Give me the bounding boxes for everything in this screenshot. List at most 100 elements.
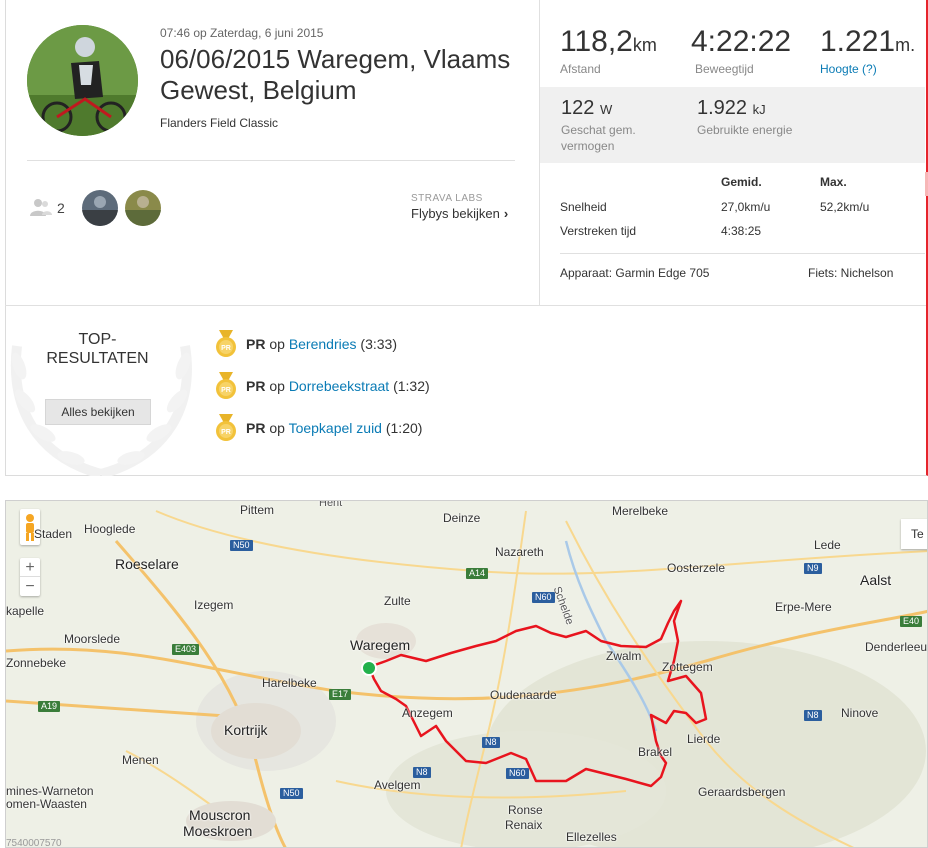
map-place-label: Mouscron [189,807,251,823]
chevron-right-icon: › [503,206,509,221]
segment-link[interactable]: Toepkapel zuid [289,420,382,436]
road-shield: E17 [329,689,352,700]
pr-on: op [269,336,285,352]
segment-link[interactable]: Dorrebeekstraat [289,378,389,394]
map-place-label: Zottegem [662,660,713,674]
activity-header: 07:46 op Zaterdag, 6 juni 2015 06/06/201… [5,0,539,305]
map-place-label: Zulte [384,594,411,608]
route-map[interactable]: + − Te Hent Pittem Deinze Merelbeke Stad… [5,500,928,848]
activity-datetime: 07:46 op Zaterdag, 6 juni 2015 [160,26,324,40]
map-place-label: Pittem [240,503,275,517]
speed-avg: 27,0km/u [721,200,771,214]
pr-medal-icon: PR [216,372,236,399]
device-info: Apparaat: Garmin Edge 705 [560,266,710,280]
pr-label: PR [246,420,266,436]
power-value: 122 [561,97,595,119]
road-shield: N50 [230,540,253,551]
pr-result-text: PR op Toepkapel zuid (1:20) [246,420,422,436]
map-place-label: Moeskroen [183,823,253,839]
zoom-control: + − [20,558,40,596]
moving-time-value: 4:22:22 [691,25,792,58]
strava-labs-label: STRAVA LABS [411,193,483,204]
pr-label: PR [246,336,266,352]
svg-text:PR: PR [221,387,231,394]
divider [27,160,515,161]
map-place-label: Anzegem [402,706,453,720]
road-shield: E403 [172,644,200,655]
moving-time-label: Beweegtijd [695,62,754,76]
energy-stat: 1.922 kJ [697,97,766,120]
map-type-button[interactable]: Te [901,519,927,549]
map-place-label: Izegem [194,598,234,612]
map-place-label: Ellezelles [566,830,617,844]
map-place-label: Erpe-Mere [775,600,832,614]
athlete-avatar[interactable] [27,25,138,136]
zoom-out-button[interactable]: − [20,577,40,596]
map-place-label: Staden [34,527,73,541]
map-canvas [6,510,927,847]
segment-time: (1:20) [385,420,423,436]
power-stat: 122 W [561,97,612,120]
energy-label: Gebruikte energie [697,123,793,137]
divider [560,253,925,254]
map-place-label: Zwalm [606,649,642,663]
speed-max: 52,2km/u [820,200,870,214]
group-athlete-avatar[interactable] [125,190,161,226]
map-place-label: Brakel [638,745,673,759]
group-athletes-icon [30,199,52,216]
segment-link[interactable]: Berendries [289,336,357,352]
road-shield: N50 [280,788,303,799]
road-shield: N8 [482,737,500,748]
bike-info: Fiets: Nichelson [808,266,894,280]
road-shield: N8 [413,767,431,778]
svg-text:PR: PR [221,429,231,436]
pr-result-text: PR op Dorrebeekstraat (1:32) [246,378,430,394]
elevation-unit: m. [895,35,916,55]
map-place-label: mines-Warneton [6,784,94,798]
map-place-label: Aalst [860,572,892,588]
zoom-in-button[interactable]: + [20,558,40,577]
map-place-label: Kortrijk [224,722,268,738]
road-shield: A19 [38,701,61,712]
road-shield: N8 [804,710,822,721]
power-label-line2: vermogen [561,139,615,153]
map-place-label: Ninove [841,706,879,720]
map-place-label: Menen [122,753,159,767]
road-shield: N9 [804,563,822,574]
map-place-label: Lierde [687,732,721,746]
activity-title: 06/06/2015 Waregem, Vlaams Gewest, Belgi… [160,44,511,105]
map-place-label: Ronse [508,803,543,817]
pr-on: op [269,420,285,436]
svg-text:PR: PR [221,345,231,352]
table-head-avg: Gemid. [721,175,762,189]
route-start-marker [361,660,377,676]
map-place-label: Avelgem [374,778,421,792]
table-head-max: Max. [820,175,847,189]
road-shield: N60 [506,768,529,779]
map-place-label: Lede [814,538,841,552]
map-place-label: Deinze [443,511,481,525]
top-results-panel: TOP-RESULTATEN Alles bekijken PR PR op B… [5,305,926,476]
map-place-label: Harelbeke [262,676,317,690]
map-coordinates: 7540007570 [6,838,62,848]
road-shield: N60 [532,592,555,603]
map-place-label: Hent [319,500,343,509]
group-athlete-avatar[interactable] [82,190,118,226]
map-place-label: Zonnebeke [6,656,67,670]
map-place-label: Oosterzele [667,561,726,575]
distance-unit: km [632,35,657,55]
pr-medal-icon: PR [216,330,236,357]
map-place-label: Oudenaarde [490,688,557,702]
flybys-link[interactable]: Flybys bekijken › [411,206,508,221]
top-results-title: TOP-RESULTATEN [46,331,149,367]
distance-label: Afstand [560,62,601,76]
map-place-label: Roeselare [115,556,179,572]
map-place-label: Denderleeu [865,640,928,654]
athlete-count: 2 [57,200,65,216]
map-place-label: Moorslede [64,632,121,646]
see-all-button[interactable]: Alles bekijken [45,399,151,425]
road-shield: A14 [466,568,489,579]
elevation-help-link[interactable]: Hoogte (?) [820,62,877,76]
map-place-label: Geraardsbergen [698,785,786,799]
pr-medal-icon: PR [216,414,236,441]
